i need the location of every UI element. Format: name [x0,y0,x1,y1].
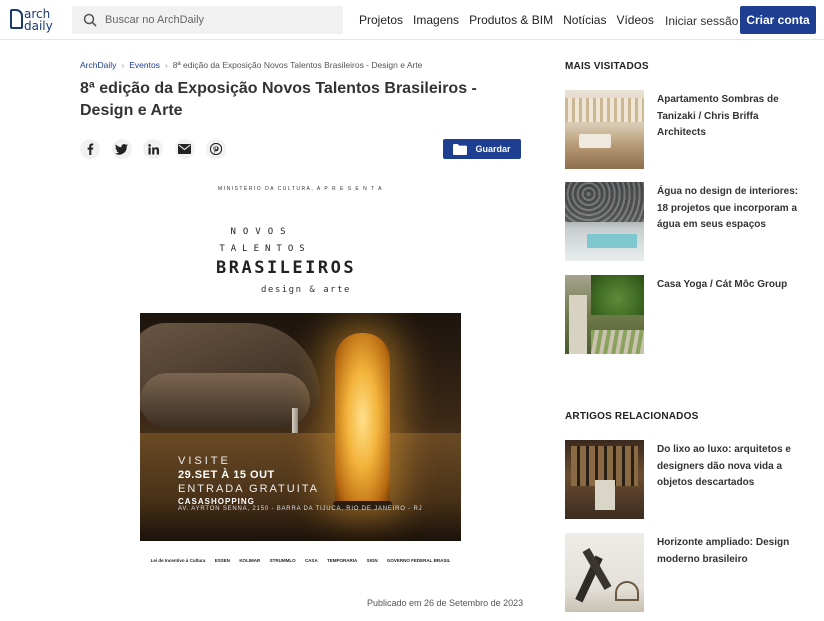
poster-ministry: MINISTÉRIO DA CULTURA, A P R E S E N T A [218,186,383,192]
search-input[interactable] [105,14,325,26]
main-nav: Projetos Imagens Produtos & BIM Notícias… [359,0,664,40]
nav-imagens[interactable]: Imagens [413,13,459,27]
twitter-icon [115,143,128,155]
related-article-item[interactable]: Do lixo ao luxo: arquitetos e designers … [565,440,815,520]
tree-canopy-shape [591,275,644,315]
save-button[interactable]: Guardar [443,139,521,159]
poster-dates: 29.SET À 15 OUT [178,469,275,481]
article-title[interactable]: Apartamento Sombras de Tanizaki / Chris … [657,92,809,142]
search-icon [83,13,97,27]
share-facebook-button[interactable] [80,139,100,159]
breadcrumb-separator: › [121,60,125,70]
article-thumbnail[interactable] [565,440,644,519]
garden-path-shape [591,330,644,354]
sponsor-logo: TEMPORARIA [327,557,358,563]
logo-mark-icon [10,9,23,29]
article-title[interactable]: Água no design de interiores: 18 projeto… [657,184,809,234]
page-title: 8ª edição da Exposição Novos Talentos Br… [80,80,477,119]
window-shape [595,480,615,510]
poster-visite: VISITE [178,455,231,467]
article-title[interactable]: Casa Yoga / Cát Môc Group [657,277,809,294]
poster-brasileiros: BRASILEIROS [216,258,357,278]
chair-shape [615,581,639,601]
top-header: arch daily Projetos Imagens Produtos & B… [0,0,824,40]
breadcrumb: ArchDaily › Eventos › 8ª edição da Exposição… [80,60,422,70]
article-thumbnail[interactable] [565,533,644,612]
sponsor-logo: ESSEN [214,557,230,563]
search-box[interactable] [72,6,343,34]
most-visited-item[interactable]: Água no design de interiores: 18 projeto… [565,182,815,262]
sofa-shape [579,134,611,148]
breadcrumb-current: 8ª edição da Exposição Novos Talentos Br… [172,60,423,70]
sponsor-logo: STRUMMLO [269,557,296,563]
article-thumbnail[interactable] [565,90,644,169]
pool-water-shape [587,234,637,248]
share-email-button[interactable] [174,139,195,159]
nav-produtos-bim[interactable]: Produtos & BIM [469,13,553,27]
poster-photo: VISITE 29.SET À 15 OUT ENTRADA GRATUITA … [140,313,461,541]
breadcrumb-section[interactable]: Eventos [129,60,160,70]
share-linkedin-button[interactable] [143,139,163,159]
share-pinterest-button[interactable] [206,139,226,159]
poster-sponsors: Lei de Incentivo à Cultura ESSEN KOLIMAR… [140,544,461,576]
poster-venue: CASASHOPPING [178,497,255,506]
most-visited-item[interactable]: Apartamento Sombras de Tanizaki / Chris … [565,90,815,170]
sponsor-logo: SIGN [366,557,378,563]
related-articles-heading: ARTIGOS RELACIONADOS [565,411,699,422]
sofa-cushion-shape [140,373,310,428]
article-title[interactable]: Horizonte ampliado: Design moderno brasi… [657,535,809,568]
folder-icon [453,143,468,155]
lamp-shape [335,333,390,505]
share-twitter-button[interactable] [111,139,132,159]
save-button-label: Guardar [475,144,511,154]
poster-design-arte: design & arte [261,285,351,295]
related-article-item[interactable]: Horizonte ampliado: Design moderno brasi… [565,533,815,613]
nav-projetos[interactable]: Projetos [359,13,403,27]
pinterest-icon [210,143,222,155]
logo-line-2: daily [24,19,53,33]
sponsor-logo: CASA [304,557,318,563]
article-thumbnail[interactable] [565,182,644,261]
nav-videos[interactable]: Vídeos [616,13,653,27]
login-link[interactable]: Iniciar sessão [665,14,738,28]
email-icon [178,144,191,154]
archdaily-logo[interactable]: arch daily [10,6,60,34]
sponsor-logo: KOLIMAR [239,557,261,563]
most-visited-heading: MAIS VISITADOS [565,61,649,72]
share-bar [80,139,238,159]
sponsor-logo: Lei de Incentivo à Cultura [150,557,206,563]
facebook-icon [87,143,94,155]
article-title[interactable]: Do lixo ao luxo: arquitetos e designers … [657,442,809,492]
wall-shape [569,295,587,354]
poster-novos: NOVOS [230,227,293,237]
nav-noticias[interactable]: Notícias [563,13,606,27]
linkedin-icon [147,143,159,154]
most-visited-item[interactable]: Casa Yoga / Cát Môc Group [565,275,815,355]
stone-texture-shape [565,182,644,222]
poster-address: AV. AYRTON SENNA, 2150 - BARRA DA TIJUCA… [178,506,423,512]
article-thumbnail[interactable] [565,275,644,354]
breadcrumb-home[interactable]: ArchDaily [80,60,116,70]
slatted-ceiling-shape [565,98,644,122]
published-date: Publicado em 26 de Setembro de 2023 [367,598,524,608]
event-poster: MINISTÉRIO DA CULTURA, A P R E S E N T A… [140,180,461,576]
poster-entrada: ENTRADA GRATUITA [178,483,319,495]
create-account-button[interactable]: Criar conta [740,6,816,34]
poster-talentos: TALENTOS [219,244,311,254]
sponsor-logo: GOVERNO FEDERAL BRASIL [386,557,451,563]
breadcrumb-separator: › [164,60,168,70]
